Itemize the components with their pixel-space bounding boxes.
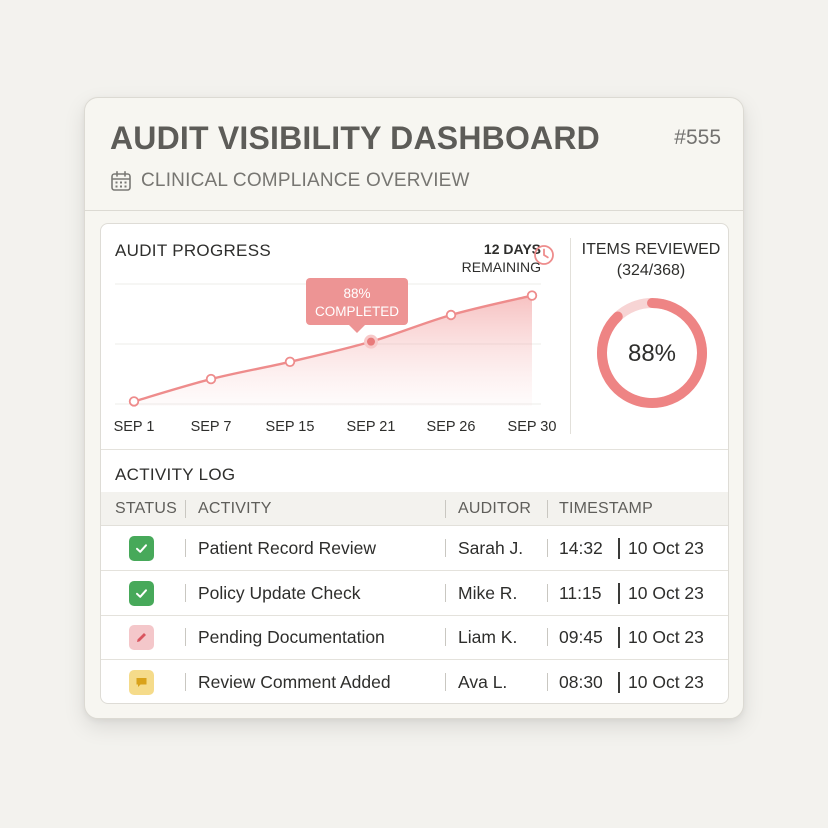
col-divider <box>185 539 186 557</box>
dashboard-header: AUDIT VISIBILITY DASHBOARD #555 CLINICAL… <box>85 98 743 211</box>
col-auditor[interactable]: AUDITOR <box>458 492 531 525</box>
date-cell: 10 Oct 23 <box>628 582 704 603</box>
time-cell: 14:32 <box>559 538 603 558</box>
items-reviewed-count: (324/368) <box>616 262 686 279</box>
time-cell: 11:15 <box>559 582 602 603</box>
table-row[interactable]: Pending Documentation Liam K. 09:45 10 Oct … <box>101 615 728 660</box>
chart-point[interactable] <box>284 356 296 368</box>
activity-cell: Patient Record Review <box>198 538 376 558</box>
chart-point[interactable] <box>445 309 457 321</box>
x-tick-label: SEP 26 <box>427 419 476 435</box>
check-icon <box>134 541 149 556</box>
date-cell: 10 Oct 23 <box>628 671 704 692</box>
x-tick-label: SEP 7 <box>191 419 232 435</box>
col-divider <box>547 672 548 691</box>
completion-tooltip: 88% COMPLETED <box>306 278 408 333</box>
time-date-divider <box>618 627 620 648</box>
time-cell: 08:30 <box>559 671 603 692</box>
auditor-cell: Ava L. <box>458 671 508 692</box>
time-cell: 09:45 <box>559 627 603 647</box>
col-divider <box>445 539 446 557</box>
col-divider <box>547 500 548 518</box>
col-divider <box>445 583 446 602</box>
audit-progress-section: SEP 1 SEP 7 SEP 15 SEP 21 SEP 26 SEP 30 88% COM… <box>101 224 728 450</box>
chart-point[interactable] <box>205 373 217 385</box>
time-date-divider <box>618 582 620 604</box>
time-date-divider <box>618 538 620 559</box>
status-badge <box>129 536 154 561</box>
date-cell: 10 Oct 23 <box>628 538 704 558</box>
x-tick-label: SEP 1 <box>114 419 155 435</box>
col-activity[interactable]: ACTIVITY <box>198 492 272 525</box>
items-reviewed-title: ITEMS REVIEWED (324/368) <box>576 239 726 281</box>
chart-point[interactable] <box>128 396 140 407</box>
dashboard-title: AUDIT VISIBILITY DASHBOARD <box>110 120 600 156</box>
col-divider <box>185 583 186 602</box>
dashboard-subtitle: CLINICAL COMPLIANCE OVERVIEW <box>141 170 470 191</box>
section-divider <box>570 238 571 434</box>
table-row[interactable]: Patient Record Review Sarah J. 14:32 10 Oct… <box>101 526 728 571</box>
col-divider <box>547 583 548 602</box>
col-divider <box>547 539 548 557</box>
pencil-icon <box>134 630 149 645</box>
clock-icon <box>534 245 554 265</box>
auditor-cell: Sarah J. <box>458 538 524 558</box>
activity-cell: Policy Update Check <box>198 582 361 603</box>
content-panel: SEP 1 SEP 7 SEP 15 SEP 21 SEP 26 SEP 30 88% COM… <box>100 223 729 704</box>
col-divider <box>445 628 446 646</box>
days-remaining: 12 DAYS REMAINING <box>431 240 541 276</box>
donut-percent: 88% <box>628 340 676 367</box>
days-remaining-value: 12 DAYS <box>483 241 541 257</box>
activity-table-header: STATUS ACTIVITY AUDITOR TIMESTAMP <box>101 492 728 526</box>
calendar-icon <box>111 170 131 191</box>
chart-point[interactable] <box>526 290 538 301</box>
col-timestamp[interactable]: TIMESTAMP <box>559 492 653 525</box>
date-cell: 10 Oct 23 <box>628 627 704 647</box>
activity-log-title: ACTIVITY LOG <box>115 465 236 484</box>
col-divider <box>445 500 446 518</box>
chart-point[interactable] <box>364 334 378 349</box>
comment-icon <box>134 675 149 690</box>
table-row[interactable]: Policy Update Check Mike R. 11:15 10 Oct 23 <box>101 571 728 616</box>
activity-cell: Review Comment Added <box>198 671 391 692</box>
activity-cell: Pending Documentation <box>198 627 385 647</box>
auditor-cell: Liam K. <box>458 627 518 647</box>
tooltip-label: COMPLETED <box>315 304 399 319</box>
items-reviewed-label: ITEMS REVIEWED <box>581 241 721 258</box>
col-divider <box>185 628 186 646</box>
check-icon <box>134 586 149 601</box>
col-status[interactable]: STATUS <box>115 492 177 525</box>
auditor-cell: Mike R. <box>458 582 518 603</box>
tooltip-value: 88% <box>343 286 370 301</box>
x-tick-label: SEP 21 <box>347 419 396 435</box>
status-badge <box>129 669 154 695</box>
time-date-divider <box>618 671 620 693</box>
subtitle-row: CLINICAL COMPLIANCE OVERVIEW <box>110 170 470 192</box>
status-badge <box>129 580 154 606</box>
days-remaining-label: REMAINING <box>461 259 541 275</box>
col-divider <box>185 672 186 691</box>
dashboard-id: #555 <box>674 126 721 149</box>
items-reviewed-donut: 88% <box>597 298 707 408</box>
status-badge <box>129 625 154 650</box>
col-divider <box>547 628 548 646</box>
audit-progress-title: AUDIT PROGRESS <box>115 241 271 260</box>
x-tick-label: SEP 30 <box>508 419 557 435</box>
tooltip-pointer <box>349 325 365 333</box>
dashboard-card: AUDIT VISIBILITY DASHBOARD #555 CLINICAL… <box>84 97 744 719</box>
x-tick-label: SEP 15 <box>266 419 315 435</box>
col-divider <box>185 500 186 518</box>
col-divider <box>445 672 446 691</box>
table-row[interactable]: Review Comment Added Ava L. 08:30 10 Oct 23 <box>101 660 728 704</box>
